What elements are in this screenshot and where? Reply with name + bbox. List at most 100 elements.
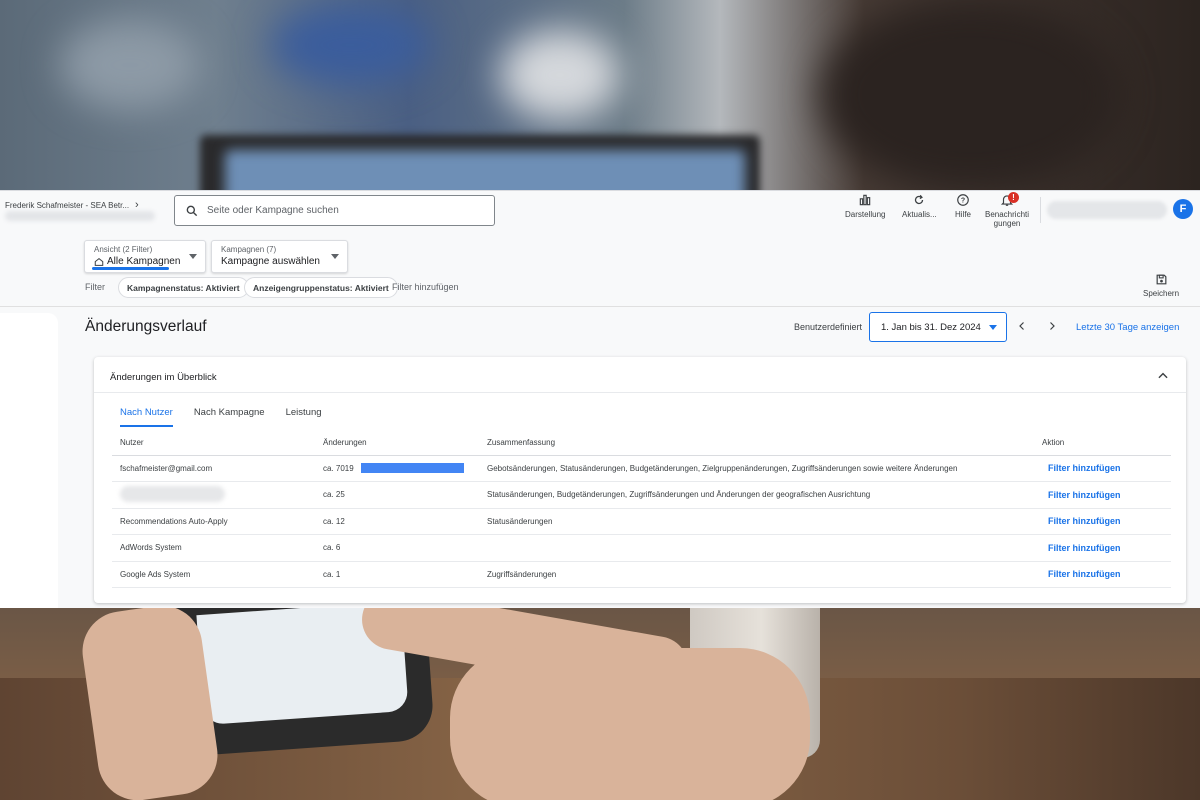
changes-count: ca. 25 [323,490,345,500]
refresh-button[interactable]: Aktualis... [902,193,937,219]
date-range-picker[interactable]: 1. Jan bis 31. Dez 2024 [869,312,1007,342]
cell-summary [479,534,1034,562]
google-ads-app: Frederik Schafmeister - SEA Betr... › Da… [0,190,1200,608]
campaign-dropdown-value: Kampagne auswählen [221,256,320,267]
tab-by-campaign[interactable]: Nach Kampagne [186,407,273,427]
account-switcher[interactable]: Frederik Schafmeister - SEA Betr... › [5,199,139,211]
cell-summary: Statusänderungen [479,508,1034,535]
account-name: Frederik Schafmeister - SEA Betr... [5,200,130,210]
notifications-button[interactable]: ! Benachrichti gungen [985,192,1030,228]
chart-icon [859,194,871,206]
changes-overview-card: Änderungen im Überblick Nach Nutzer Nach… [94,357,1186,603]
card-divider [94,392,1186,393]
refresh-icon [915,194,924,205]
date-range-value: 1. Jan bis 31. Dez 2024 [881,321,981,333]
avatar[interactable]: F [1173,199,1193,219]
header-divider [0,306,1200,307]
changes-value-wrap: ca. 12 [323,517,479,526]
cell-changes: ca. 6 [315,534,479,562]
help-button[interactable]: ? Hilfe [955,193,971,219]
caret-down-icon [989,325,997,330]
column-header-changes[interactable]: Änderungen [315,430,479,456]
add-filter-action[interactable]: Filter hinzufügen [1034,534,1171,562]
toolbar-divider [1040,197,1041,223]
help-icon: ? [957,194,969,206]
save-button[interactable]: Speichern [1143,273,1179,298]
table-row: AdWords System ca. 6 Filter hinzufügen [112,534,1171,562]
cell-user [112,481,315,509]
campaign-dropdown-caption: Kampagnen (7) [221,245,277,254]
add-filter-action[interactable]: Filter hinzufügen [1034,481,1171,509]
table-row: Recommendations Auto-Apply ca. 12 Statusän… [112,508,1171,535]
caret-down-icon [331,254,339,259]
view-dropdown[interactable]: Ansicht (2 Filter) Alle Kampagnen [84,240,206,273]
cell-summary: Statusänderungen, Budgetänderungen, Zugr… [479,481,1034,509]
add-filter-action[interactable]: Filter hinzufügen [1034,455,1171,482]
column-header-user[interactable]: Nutzer [112,430,315,456]
cell-changes: ca. 25 [315,481,479,509]
save-label: Speichern [1143,289,1180,298]
chevron-right-icon [1050,322,1055,330]
chevron-left-icon [1019,322,1024,330]
cell-user: fschafmeister@gmail.com [112,455,315,482]
changes-count: ca. 7019 [323,463,354,473]
last-30-days-link[interactable]: Letzte 30 Tage anzeigen [1076,322,1179,333]
view-dropdown-caption: Ansicht (2 Filter) [94,245,153,254]
notifications-label: Benachrichti gungen [985,210,1030,228]
changes-value-wrap: ca. 1 [323,570,479,579]
redacted-account-id [5,211,155,221]
changes-value-wrap: ca. 7019 [323,463,479,474]
next-period-button[interactable] [1044,318,1060,334]
view-dropdown-value-wrap: Alle Kampagnen [94,256,180,267]
search-input[interactable] [207,205,467,216]
refresh-label: Aktualis... [902,210,937,219]
column-header-summary: Zusammenfassung [479,430,1034,456]
cell-summary: Gebotsänderungen, Statusänderungen, Budg… [479,455,1034,482]
help-label: Hilfe [955,210,972,219]
table-header-row: Nutzer Änderungen Zusammenfassung Aktion [112,430,1171,456]
background-photo-bottom [0,608,1200,800]
column-header-action: Aktion [1034,430,1171,456]
svg-text:?: ? [961,198,965,205]
table-row: fschafmeister@gmail.com ca. 7019 Gebotsänd… [112,455,1171,482]
changes-bar [361,463,464,474]
add-filter-action[interactable]: Filter hinzufügen [1034,508,1171,535]
redacted-profile [1047,201,1167,219]
tab-by-user[interactable]: Nach Nutzer [112,407,181,427]
view-dropdown-value: Alle Kampagnen [107,256,181,267]
changes-table: Nutzer Änderungen Zusammenfassung Aktion… [112,430,1171,588]
cell-changes: ca. 12 [315,508,479,535]
cell-changes: ca. 1 [315,561,479,588]
add-filter-action[interactable]: Filter hinzufügen [1034,561,1171,588]
cell-summary: Zugriffsänderungen [479,561,1034,588]
background-photo-top [0,0,1200,192]
campaign-dropdown[interactable]: Kampagnen (7) Kampagne auswählen [211,240,348,273]
date-range-type: Benutzerdefiniert [794,322,863,332]
chevron-up-icon[interactable] [1156,369,1170,383]
table-row: ca. 25 Statusänderungen, Budgetänderungen… [112,481,1171,509]
cell-user: Google Ads System [112,561,315,588]
caret-down-icon [189,254,197,259]
search-box[interactable] [174,195,495,226]
cell-user: AdWords System [112,534,315,562]
tab-performance[interactable]: Leistung [278,407,330,427]
changes-count: ca. 12 [323,516,345,526]
changes-count: ca. 1 [323,569,341,579]
cell-user: Recommendations Auto-Apply [112,508,315,535]
notification-badge: ! [1008,192,1020,203]
chevron-right-icon: › [135,199,139,211]
appearance-label: Darstellung [845,210,886,219]
card-title: Änderungen im Überblick [110,372,217,383]
table-row: Google Ads System ca. 1 Zugriffsänderungen… [112,561,1171,588]
filter-chip-adgroup-status[interactable]: Anzeigengruppenstatus: Aktiviert [244,277,398,298]
add-filter-link[interactable]: Filter hinzufügen [392,282,459,292]
previous-period-button[interactable] [1014,318,1030,334]
changes-value-wrap: ca. 6 [323,543,479,552]
changes-value-wrap: ca. 25 [323,490,479,499]
side-panel [0,313,58,608]
tab-bar: Nach Nutzer Nach Kampagne Leistung [112,407,335,427]
appearance-button[interactable]: Darstellung [845,193,885,219]
filter-label: Filter [85,282,105,292]
filter-chip-campaign-status[interactable]: Kampagnenstatus: Aktiviert [118,277,249,298]
page-title: Änderungsverlauf [85,318,207,335]
